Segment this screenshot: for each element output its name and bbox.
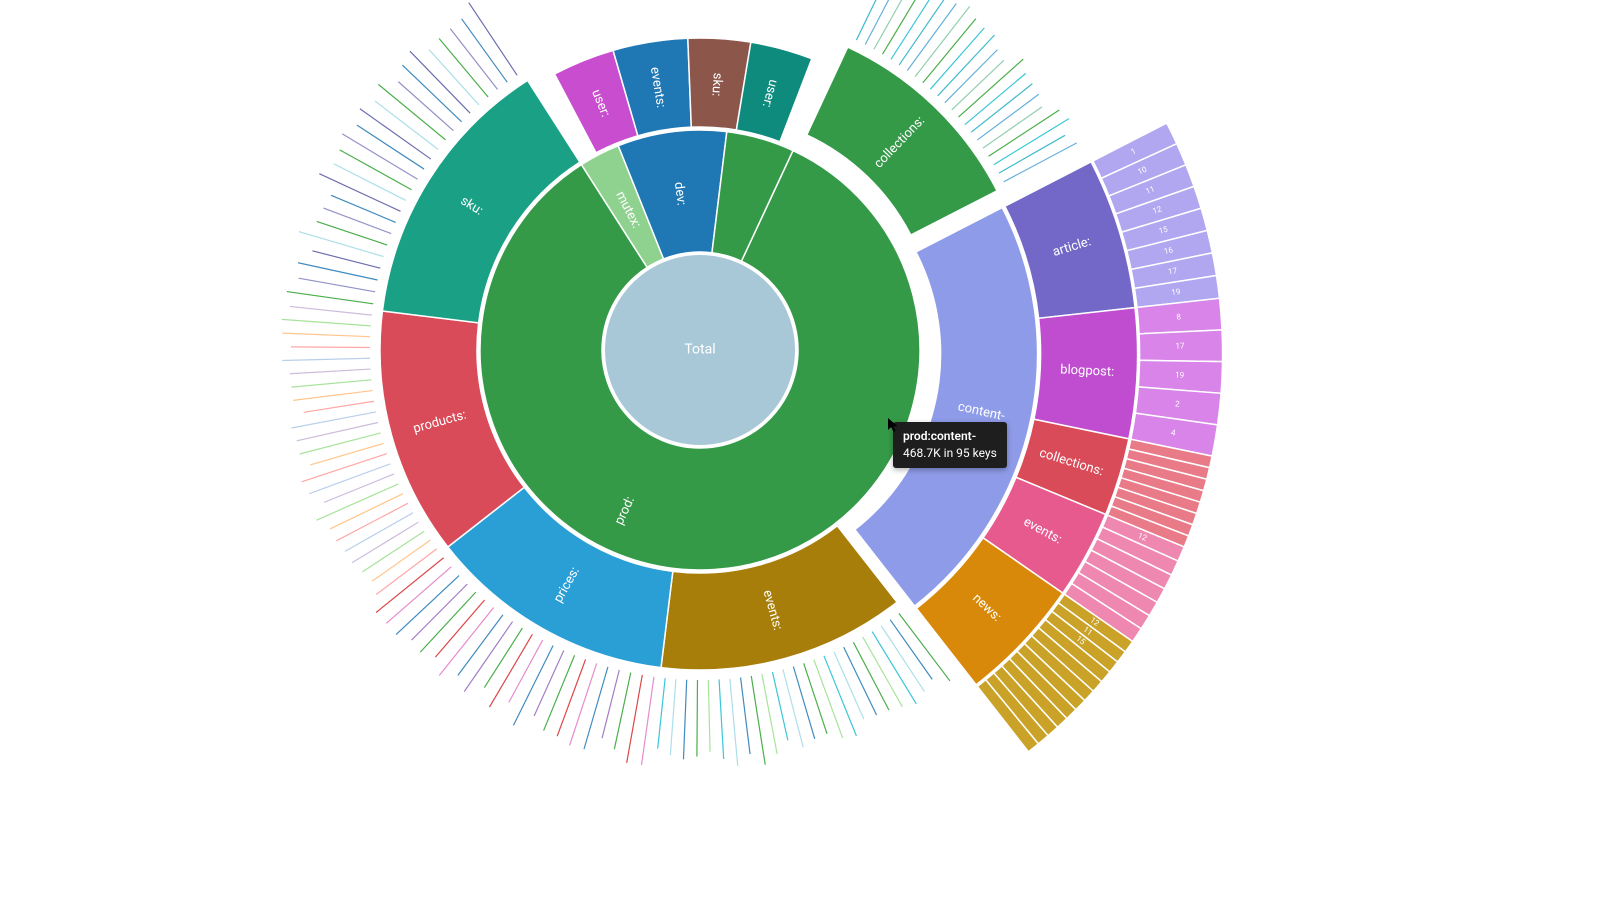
ring3-blogpost[interactable] [1034, 308, 1138, 439]
sunburst-chart[interactable]: Totalprod:mutex:dev:collections:content-… [0, 0, 1600, 900]
ring2dev-dev_user[interactable] [736, 42, 811, 142]
sunburst-svg[interactable]: Totalprod:mutex:dev:collections:content-… [0, 0, 1600, 900]
ring4-blogpost-1[interactable] [1139, 330, 1222, 362]
center-label: Total [684, 342, 715, 358]
